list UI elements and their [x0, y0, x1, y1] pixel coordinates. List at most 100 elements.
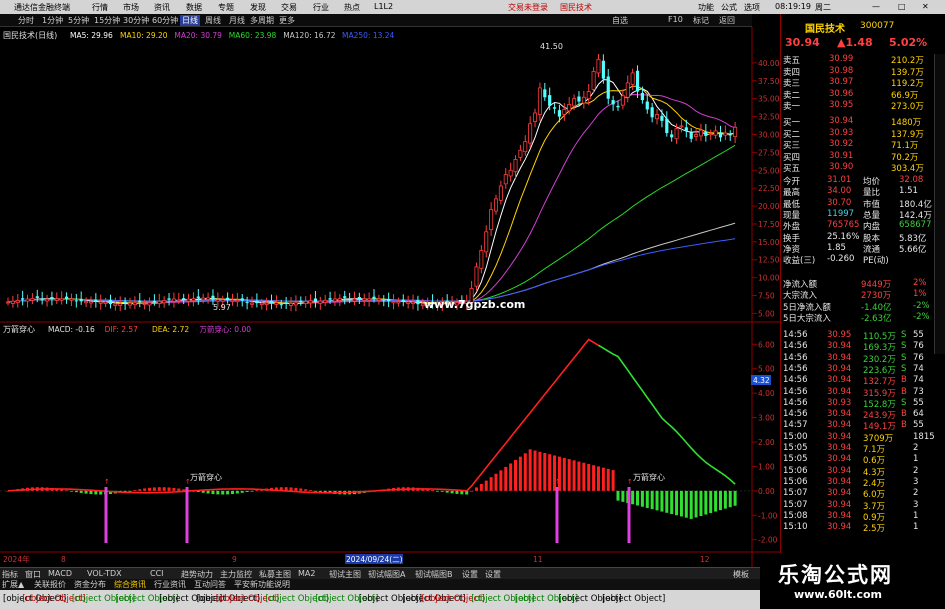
macd-bar [450, 490, 454, 494]
macd-bar [221, 490, 225, 495]
tick-volume: 152.8万 [863, 399, 896, 410]
period-fenshi[interactable]: 分时 [18, 15, 34, 26]
menu-item-jiaoyi[interactable]: 交易 [281, 2, 297, 13]
tick-row[interactable]: 14:56 30.94 243.9万 B 64 [781, 409, 933, 422]
price-change: ▲1.48 [837, 36, 873, 49]
period-monthly[interactable]: 月线 [229, 15, 245, 26]
macd-bar [548, 454, 552, 491]
flow-value: -2.63亿 [861, 313, 892, 324]
stock-name-link[interactable]: 国民技术 [560, 2, 592, 13]
macd-bar [587, 463, 591, 491]
flow-value: -1.40亿 [861, 302, 892, 313]
stat-label: 股本 [863, 233, 881, 244]
tick-row[interactable]: 15:07 30.94 3.7万 3 [781, 499, 933, 512]
macd-bar [431, 489, 435, 491]
indicator-tab[interactable]: MA2 [298, 569, 315, 578]
macd-bar [518, 456, 522, 491]
kline-chart[interactable]: 40.00 37.50 35.00 32.50 30.00 27.50 25.00 22.50… [0, 27, 780, 567]
maximize-icon[interactable]: □ [898, 2, 906, 11]
macd-bar [572, 460, 576, 491]
macd-bar [162, 487, 166, 491]
macd-bar [435, 490, 439, 492]
candle-body [74, 300, 78, 302]
macd-bar [470, 490, 474, 492]
tick-volume: 243.9万 [863, 411, 896, 422]
extension-tab[interactable]: 关联报价 [34, 579, 66, 590]
extension-tab[interactable]: 互动问答 [194, 579, 226, 590]
period-more[interactable]: 更多 [279, 15, 295, 26]
menu-item-redian[interactable]: 热点 [344, 2, 360, 13]
tick-time: 14:57 [783, 420, 808, 431]
tick-row[interactable]: 14:56 30.94 230.2万 S 76 [781, 353, 933, 365]
menu-item-shichang[interactable]: 市场 [123, 2, 139, 13]
tick-row[interactable]: 15:05 30.94 7.1万 2 [781, 443, 933, 455]
menu-item-gongneng[interactable]: 功能 [698, 2, 714, 13]
menu-item-hangqing[interactable]: 行情 [92, 2, 108, 13]
candle-body [94, 299, 98, 302]
macd-bar [206, 490, 210, 494]
tick-row[interactable]: 14:56 30.94 315.9万 B 73 [781, 387, 933, 399]
tick-row[interactable]: 15:10 30.94 2.5万 1 [781, 522, 933, 534]
indicator-tab[interactable]: MACD [48, 569, 72, 578]
tick-row[interactable]: 15:06 30.94 4.3万 2 [781, 466, 933, 478]
close-icon[interactable]: ✕ [922, 2, 929, 11]
extension-tab[interactable]: 综合资讯 [114, 579, 146, 590]
panel-side-rail[interactable] [934, 54, 945, 354]
indicator-tab[interactable]: VOL-TDX [87, 569, 122, 578]
menu-item-shuju[interactable]: 数据 [186, 2, 202, 13]
tick-row[interactable]: 14:56 30.94 223.6万 S 74 [781, 364, 933, 376]
tick-side: S [901, 330, 907, 340]
tick-row[interactable]: 14:56 30.93 152.8万 S 55 [781, 398, 933, 410]
tick-volume: 230.2万 [863, 354, 896, 365]
btn-zixuan[interactable]: 自选 [612, 15, 628, 26]
tick-row[interactable]: 14:56 30.95 110.5万 S 55 [781, 330, 933, 342]
tick-row[interactable]: 15:05 30.94 0.6万 1 [781, 454, 933, 466]
kline-y-tick: 10.00 [758, 274, 780, 283]
tick-row[interactable]: 14:57 30.94 149.1万 B 55 [781, 420, 933, 432]
minimize-icon[interactable]: — [872, 2, 880, 11]
indicator-tab[interactable]: CCI [150, 569, 164, 578]
btn-fanhui[interactable]: 返回 [719, 15, 735, 26]
extension-tab[interactable]: 扩展▲ [2, 579, 24, 590]
candle-body [323, 299, 328, 303]
period-60min[interactable]: 60分钟 [152, 15, 178, 26]
period-15min[interactable]: 15分钟 [94, 15, 120, 26]
tick-row[interactable]: 15:06 30.94 2.4万 3 [781, 477, 933, 489]
tick-row[interactable]: 15:00 30.94 3709万 1815 [781, 432, 935, 444]
trade-login-link[interactable]: 交易未登录 [508, 2, 548, 13]
period-30min[interactable]: 30分钟 [123, 15, 149, 26]
tick-row[interactable]: 15:07 30.94 6.0万 2 [781, 488, 933, 500]
macd-bar [694, 490, 698, 518]
tick-volume: 4.3万 [863, 467, 886, 478]
extension-tab[interactable]: 平安新功能说明 [234, 579, 290, 590]
tick-row[interactable]: 15:08 30.94 0.9万 1 [781, 511, 933, 523]
tick-time: 15:10 [783, 522, 808, 533]
candle-body [318, 300, 323, 304]
menu-item-hangye[interactable]: 行业 [313, 2, 329, 13]
menu-item-l1l2[interactable]: L1L2 [374, 2, 393, 11]
btn-biaoji[interactable]: 标记 [693, 15, 709, 26]
tick-row[interactable]: 14:56 30.94 169.3万 S 76 [781, 341, 933, 353]
macd-bar [621, 490, 625, 502]
x-axis-label: 11 [533, 555, 543, 564]
period-multi[interactable]: 多周期 [250, 15, 274, 26]
period-1min[interactable]: 1分钟 [42, 15, 63, 26]
period-5min[interactable]: 5分钟 [68, 15, 89, 26]
extension-tab[interactable]: 资金分布 [74, 579, 106, 590]
candle-body [367, 298, 372, 301]
extension-tab[interactable]: 行业资讯 [154, 579, 186, 590]
menu-item-zixun[interactable]: 资讯 [154, 2, 170, 13]
menu-item-gongshi[interactable]: 公式 [721, 2, 737, 13]
btn-f10[interactable]: F10 [668, 15, 683, 24]
tick-count: 3 [913, 499, 919, 510]
candle-body [391, 301, 396, 304]
ask-price: 30.96 [829, 88, 854, 99]
menu-item-zhuanti[interactable]: 专题 [218, 2, 234, 13]
candle-body [679, 125, 684, 128]
tick-row[interactable]: 14:56 30.94 132.7万 B 74 [781, 375, 933, 387]
period-daily[interactable]: 日线 [180, 15, 200, 26]
signal-label: 万箭穿心 [633, 472, 665, 482]
period-weekly[interactable]: 周线 [205, 15, 221, 26]
menu-item-xuanxiang[interactable]: 选项 [744, 2, 760, 13]
menu-item-faxian[interactable]: 发现 [250, 2, 266, 13]
